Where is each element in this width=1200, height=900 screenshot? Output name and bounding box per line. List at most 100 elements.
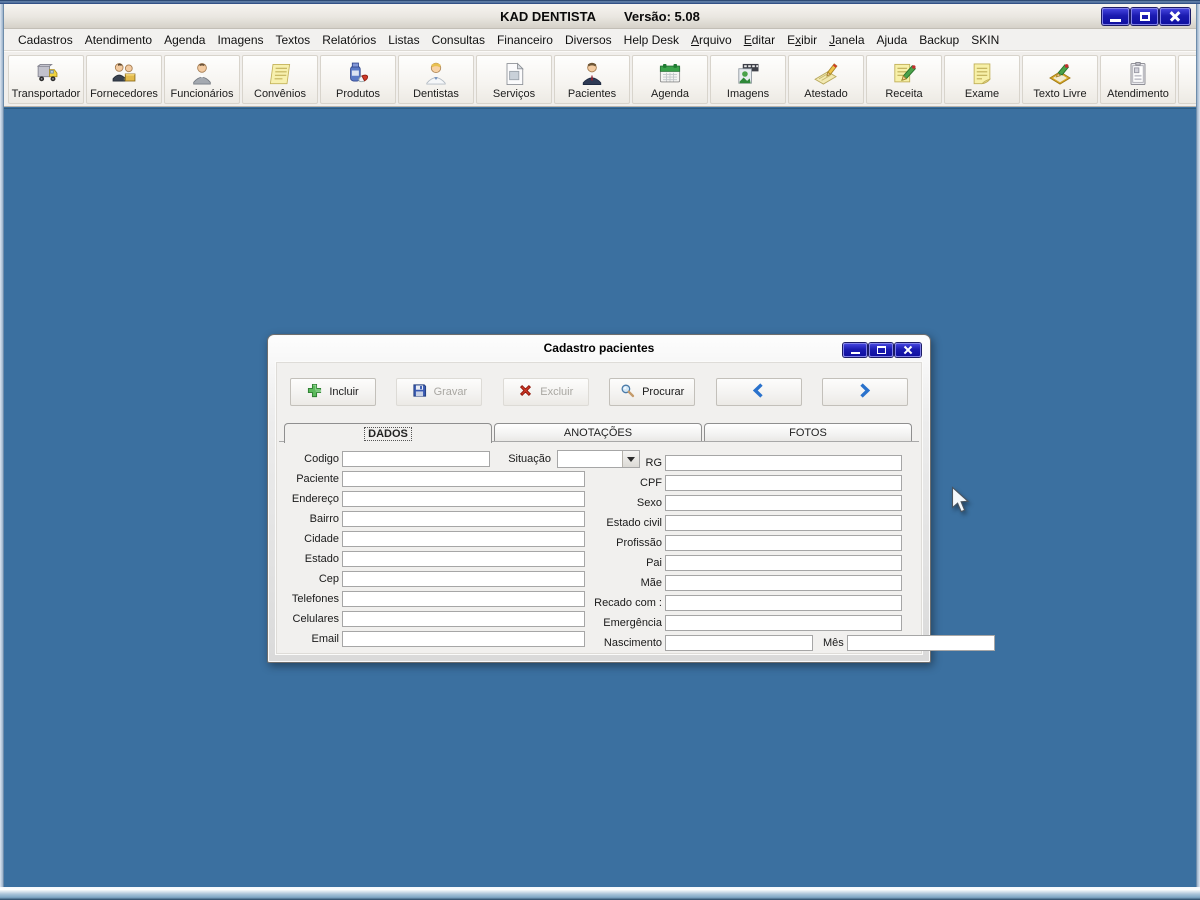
label-cidade: Cidade xyxy=(304,533,339,545)
incluir-button[interactable]: Incluir xyxy=(290,378,376,406)
menu-item-atendimento[interactable]: Atendimento xyxy=(79,31,158,49)
input-emergencia[interactable] xyxy=(665,615,902,631)
form-column-right: RG CPF Sexo Estado civil Profissão Pai Mãe Reca… xyxy=(576,453,995,653)
toolbar-button-texto-livre[interactable]: Texto Livre xyxy=(1022,54,1098,104)
input-estado[interactable] xyxy=(342,551,585,567)
app-version: Versão: 5.08 xyxy=(623,8,700,24)
input-pai[interactable] xyxy=(665,555,902,571)
menu-item-agenda[interactable]: Agenda xyxy=(158,31,211,49)
toolbar-button-servicos[interactable]: Serviços xyxy=(476,54,552,104)
people-pair-icon xyxy=(110,60,138,88)
input-endereco[interactable] xyxy=(342,491,585,507)
input-celulares[interactable] xyxy=(342,611,585,627)
window-border-right xyxy=(1196,4,1200,887)
procurar-button[interactable]: Procurar xyxy=(609,378,696,406)
close-button[interactable] xyxy=(1160,8,1190,25)
calendar-icon xyxy=(656,60,684,88)
menu-item-help-desk[interactable]: Help Desk xyxy=(618,31,685,49)
toolbar-button-produtos[interactable]: Produtos xyxy=(320,54,396,104)
dialog-title-bar: Cadastro pacientes xyxy=(268,335,930,361)
menu-item-consultas[interactable]: Consultas xyxy=(426,31,491,49)
maximize-button[interactable] xyxy=(1131,8,1158,25)
label-recado-com: Recado com : xyxy=(594,597,662,609)
toolbar-button-convenios[interactable]: Convênios xyxy=(242,54,318,104)
form-row-celulares: Celulares xyxy=(278,609,585,629)
menu-item-financeiro[interactable]: Financeiro xyxy=(491,31,559,49)
form-row-bairro: Bairro xyxy=(278,509,585,529)
input-telefones[interactable] xyxy=(342,591,585,607)
menu-item-ajuda[interactable]: Ajuda xyxy=(871,31,914,49)
input-profissao[interactable] xyxy=(665,535,902,551)
input-paciente[interactable] xyxy=(342,471,585,487)
input-cpf[interactable] xyxy=(665,475,902,491)
label-telefones: Telefones xyxy=(291,593,339,605)
toolbar-button-label: Atestado xyxy=(804,87,848,100)
chevron-right-icon xyxy=(856,382,873,402)
toolbar-button-fornecedores[interactable]: Fornecedores xyxy=(86,54,162,104)
input-nascimento[interactable] xyxy=(665,635,813,651)
input-recado-com[interactable] xyxy=(665,595,902,611)
menu-item-relatorios[interactable]: Relatórios xyxy=(316,31,382,49)
menu-item-imagens[interactable]: Imagens xyxy=(211,31,269,49)
input-rg[interactable] xyxy=(665,455,902,471)
dialog-minimize-button[interactable] xyxy=(843,343,867,357)
label-rg: RG xyxy=(645,457,663,469)
input-bairro[interactable] xyxy=(342,511,585,527)
menu-item-skin[interactable]: SKIN xyxy=(965,31,1005,49)
input-sexo[interactable] xyxy=(665,495,902,511)
form-row-estado-civil: Estado civil xyxy=(576,513,902,533)
title-bar: KAD DENTISTA Versão: 5.08 xyxy=(4,4,1196,29)
menu-item-janela[interactable]: Janela xyxy=(823,31,870,49)
input-mes[interactable] xyxy=(846,635,995,651)
label-profissao: Profissão xyxy=(616,537,662,549)
toolbar-button-atendimento[interactable]: Atendimento xyxy=(1100,54,1176,104)
menu-item-exibir[interactable]: Exibir xyxy=(781,31,823,49)
toolbar-button-funcionarios[interactable]: Funcionários xyxy=(164,54,240,104)
toolbar-button-transportador[interactable]: Transportador xyxy=(8,54,84,104)
toolbar-button-receita[interactable]: Receita xyxy=(866,54,942,104)
toolbar-button-pacientes[interactable]: Pacientes xyxy=(554,54,630,104)
toolbar-button-imagens[interactable]: Imagens xyxy=(710,54,786,104)
form-row-paciente: Paciente xyxy=(278,469,585,489)
input-cidade[interactable] xyxy=(342,531,585,547)
label-endereco: Endereço xyxy=(291,493,339,505)
input-codigo[interactable] xyxy=(342,451,490,467)
input-email[interactable] xyxy=(342,631,585,647)
label-nascimento: Nascimento xyxy=(603,637,662,649)
toolbar-button-label: Atendimento xyxy=(1107,87,1169,100)
menu-item-cadastros[interactable]: Cadastros xyxy=(12,31,79,49)
toolbar-button-atestado[interactable]: Atestado xyxy=(788,54,864,104)
menu-item-editar[interactable]: Editar xyxy=(738,31,781,49)
minimize-button[interactable] xyxy=(1102,8,1129,25)
gravar-button[interactable]: Gravar xyxy=(396,378,483,406)
toolbar-button-agenda[interactable]: Agenda xyxy=(632,54,708,104)
menu-item-arquivo[interactable]: Arquivo xyxy=(685,31,738,49)
app-title: KAD DENTISTA xyxy=(500,8,596,24)
search-icon xyxy=(620,383,635,401)
menu-item-textos[interactable]: Textos xyxy=(270,31,317,49)
menu-item-backup[interactable]: Backup xyxy=(913,31,965,49)
input-estado-civil[interactable] xyxy=(665,515,902,531)
anterior-button[interactable] xyxy=(715,378,802,406)
toolbar-button-label: Exame xyxy=(964,87,1000,100)
input-cep[interactable] xyxy=(342,571,585,587)
excluir-button[interactable]: Excluir xyxy=(502,378,589,406)
label-estado: Estado xyxy=(304,553,339,565)
proximo-button[interactable] xyxy=(821,378,908,406)
toolbar-button-partial[interactable] xyxy=(1178,54,1196,104)
button-label: Procurar xyxy=(642,386,685,398)
tab-anotacoes[interactable]: ANOTAÇÕES xyxy=(494,423,702,442)
toolbar-button-dentistas[interactable]: Dentistas xyxy=(398,54,474,104)
tab-fotos[interactable]: FOTOS xyxy=(704,423,912,442)
dialog-maximize-button[interactable] xyxy=(869,343,893,357)
label-paciente: Paciente xyxy=(296,473,339,485)
label-mes: Mês xyxy=(823,637,844,649)
tab-dados[interactable]: DADOS xyxy=(284,423,492,443)
window-border-left xyxy=(0,4,4,887)
input-mae[interactable] xyxy=(665,575,902,591)
menu-item-diversos[interactable]: Diversos xyxy=(559,31,618,49)
dialog-close-button[interactable] xyxy=(895,343,921,357)
menu-item-listas[interactable]: Listas xyxy=(382,31,425,49)
plus-icon xyxy=(307,383,322,401)
toolbar-button-exame[interactable]: Exame xyxy=(944,54,1020,104)
